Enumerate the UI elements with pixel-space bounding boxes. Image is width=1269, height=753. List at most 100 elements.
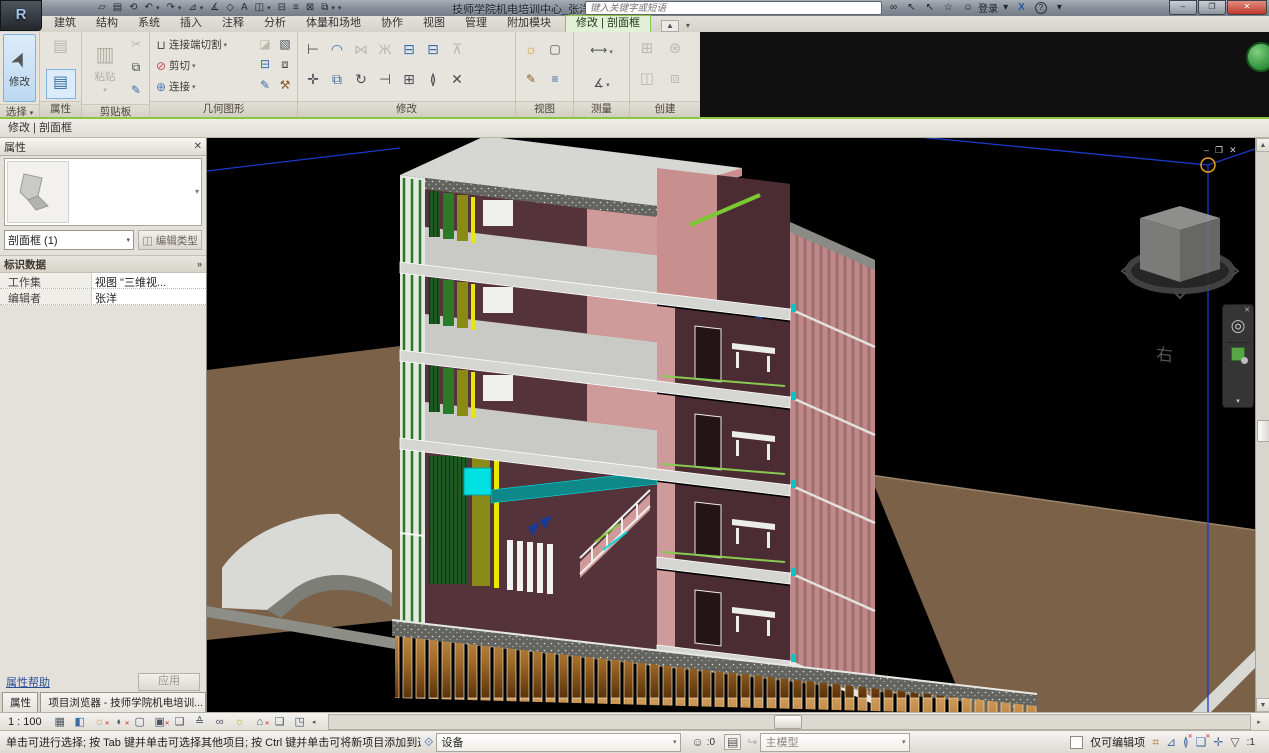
editable-elements-icon[interactable]: ☺ bbox=[691, 735, 703, 749]
match-type-icon[interactable]: ✎ bbox=[127, 81, 145, 99]
view-panel-label[interactable]: 视图 bbox=[516, 101, 573, 117]
cutaway-icon[interactable]: ≡ bbox=[546, 70, 564, 88]
customize-qat-icon[interactable]: ▾ bbox=[338, 4, 342, 12]
tab-structure[interactable]: 结构 bbox=[86, 16, 128, 32]
select-links-icon[interactable]: ⌗ bbox=[1152, 735, 1159, 750]
identity-data-header[interactable]: 标识数据 » bbox=[0, 255, 206, 273]
property-value[interactable]: 张洋 bbox=[92, 289, 206, 304]
tab-project-browser[interactable]: 项目浏览器 - 技师学院机电培训... bbox=[40, 692, 206, 712]
switch-dropdown-icon[interactable]: ▾ bbox=[331, 4, 335, 12]
align-icon[interactable]: ⊢ bbox=[302, 38, 324, 60]
split-with-gap-icon[interactable]: ⊟ bbox=[422, 38, 444, 60]
filter-icon[interactable]: ▽ bbox=[1230, 735, 1239, 749]
drag-elements-icon[interactable]: ✛ bbox=[1213, 735, 1223, 749]
scale-control[interactable]: 1 : 100 bbox=[8, 716, 42, 728]
modify-panel-label[interactable]: 修改 bbox=[298, 101, 515, 117]
temporary-hide-isolate-icon[interactable]: ∞ bbox=[212, 715, 228, 729]
lightbulb-hide-icon[interactable]: ☼ bbox=[522, 40, 540, 58]
create-parts-icon[interactable]: ◫ bbox=[638, 70, 656, 88]
navbar-menu-chevron-icon[interactable]: ▾ bbox=[1236, 397, 1240, 405]
sync-icon[interactable]: ⟲ bbox=[129, 1, 137, 15]
hscroll-right-icon[interactable]: ▸ bbox=[1253, 718, 1265, 726]
paint-icon[interactable]: ✎ bbox=[256, 76, 274, 94]
tab-insert[interactable]: 插入 bbox=[170, 16, 212, 32]
minimize-button[interactable]: – bbox=[1169, 0, 1197, 15]
vertical-scrollbar[interactable]: ▲ ▼ bbox=[1255, 138, 1269, 712]
palette-title-bar[interactable]: 属性 ✕ bbox=[0, 138, 206, 156]
trim-extend-icon[interactable]: ⊣ bbox=[374, 68, 396, 90]
navbar-close-icon[interactable]: ✕ bbox=[1244, 306, 1250, 314]
detail-level-icon[interactable]: ▦ bbox=[52, 715, 68, 729]
ribbon-minimize-dropdown-icon[interactable]: ▾ bbox=[682, 21, 694, 31]
vertical-scroll-thumb[interactable] bbox=[1257, 420, 1269, 442]
property-value[interactable]: 视图 "三维视... bbox=[92, 273, 206, 288]
unjoin-icon[interactable]: ⧈ bbox=[276, 55, 294, 73]
offset-icon[interactable]: ◠ bbox=[326, 38, 348, 60]
demolish-hammer-icon[interactable]: ⚒ bbox=[276, 76, 294, 94]
visual-style-icon[interactable]: ◧ bbox=[72, 715, 88, 729]
view-close-icon[interactable]: ✕ bbox=[1229, 145, 1237, 155]
active-workset-dropdown[interactable]: 设备▾ bbox=[436, 733, 681, 752]
scroll-up-icon[interactable]: ▲ bbox=[1256, 138, 1269, 152]
tab-massing-site[interactable]: 体量和场地 bbox=[296, 16, 371, 32]
show-rendering-icon[interactable]: ▢ bbox=[132, 715, 148, 729]
modify-button[interactable]: ➤ 修改 bbox=[3, 34, 36, 102]
sign-in-dropdown-icon[interactable]: ▾ bbox=[1003, 2, 1008, 13]
tab-modify-section-box[interactable]: 修改 | 剖面框 bbox=[565, 15, 651, 32]
tab-architecture[interactable]: 建筑 bbox=[44, 16, 86, 32]
wall-join-icon[interactable]: ▧ bbox=[276, 35, 294, 53]
displace-elements-icon[interactable]: ◳ bbox=[292, 715, 308, 729]
shadows-icon[interactable]: ◐ bbox=[112, 715, 128, 729]
array-icon[interactable]: ⊞ bbox=[398, 68, 420, 90]
cut-clipboard-icon[interactable]: ✂ bbox=[127, 35, 145, 53]
app-menu-button[interactable]: R bbox=[0, 0, 42, 31]
sign-in-label[interactable]: 登录 bbox=[978, 0, 998, 15]
create-similar-icon[interactable]: ⧈ bbox=[666, 70, 684, 88]
rotate-icon[interactable]: ↻ bbox=[350, 68, 372, 90]
lock-view-icon[interactable]: ≙ bbox=[192, 715, 208, 729]
lobby-level[interactable] bbox=[425, 452, 657, 651]
redo-icon[interactable]: ↷ bbox=[166, 1, 174, 15]
view-minimize-icon[interactable]: – bbox=[1204, 145, 1209, 155]
crop-view-icon[interactable]: ▣ bbox=[152, 715, 168, 729]
save-icon[interactable]: ▤ bbox=[113, 1, 122, 15]
undo-dropdown-icon[interactable]: ▾ bbox=[156, 4, 160, 12]
maximize-button[interactable]: ❐ bbox=[1198, 0, 1226, 15]
favorites-star-icon[interactable]: ☆ bbox=[944, 2, 953, 13]
zoom-button[interactable] bbox=[1231, 347, 1245, 361]
temporary-view-properties-icon[interactable]: ❏ bbox=[272, 715, 288, 729]
switch-windows-icon[interactable]: ⧉ bbox=[321, 1, 328, 15]
text-icon[interactable]: A bbox=[241, 1, 248, 15]
copy-icon[interactable]: ⧉ bbox=[326, 68, 348, 90]
measure-tool-icon[interactable]: ⟷ bbox=[590, 43, 607, 57]
family-properties-icon[interactable]: ▤ bbox=[48, 34, 74, 60]
collapse-section-icon[interactable]: » bbox=[197, 259, 202, 269]
search-input[interactable] bbox=[586, 3, 881, 13]
select-pinned-icon[interactable]: ≬ bbox=[1183, 735, 1189, 749]
design-option-dropdown[interactable]: 主模型▾ bbox=[760, 733, 910, 752]
join-geometry-button[interactable]: ⊕连接▾ bbox=[153, 76, 256, 97]
create-panel-label[interactable]: 创建 bbox=[630, 101, 700, 117]
tab-properties-palette[interactable]: 属性 bbox=[2, 692, 38, 712]
design-options-icon[interactable]: ▤ bbox=[724, 734, 741, 750]
subscription-icon[interactable]: ↖ bbox=[907, 2, 915, 13]
preview-dropdown-icon[interactable]: ▾ bbox=[195, 187, 199, 196]
tab-manage[interactable]: 管理 bbox=[455, 16, 497, 32]
sign-in-icon[interactable]: ☺ bbox=[963, 2, 973, 13]
view-restore-icon[interactable]: ❐ bbox=[1215, 145, 1223, 155]
measure-panel-label[interactable]: 测量 bbox=[574, 101, 629, 117]
tab-systems[interactable]: 系统 bbox=[128, 16, 170, 32]
thin-lines-icon[interactable]: ≡ bbox=[293, 1, 299, 15]
horizontal-scroll-thumb[interactable] bbox=[774, 715, 802, 729]
edit-type-button[interactable]: ◫ 编辑类型 bbox=[138, 230, 202, 250]
tab-analyze[interactable]: 分析 bbox=[254, 16, 296, 32]
move-icon[interactable]: ✛ bbox=[302, 68, 324, 90]
reveal-hidden-icon[interactable]: ☼ bbox=[232, 715, 248, 729]
tab-view[interactable]: 视图 bbox=[413, 16, 455, 32]
create-group-icon[interactable]: ⊞ bbox=[638, 40, 656, 58]
steering-wheel-button[interactable]: ◎ bbox=[1231, 316, 1246, 336]
select-by-face-icon[interactable]: ❏ bbox=[1196, 735, 1207, 749]
dimension-tool-icon[interactable]: ∡ bbox=[593, 76, 604, 90]
redo-dropdown-icon[interactable]: ▾ bbox=[178, 4, 182, 12]
select-underlay-icon[interactable]: ⊿ bbox=[1166, 735, 1176, 749]
